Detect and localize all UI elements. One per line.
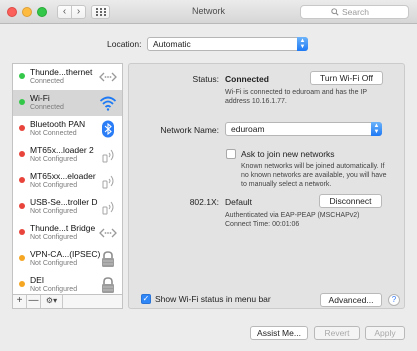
service-status: Not Configured [30, 286, 78, 293]
status-dot-green [19, 99, 25, 105]
turn-wifi-off-button[interactable]: Turn Wi-Fi Off [310, 71, 383, 85]
apply-button[interactable]: Apply [365, 326, 405, 340]
service-name: Thunde...t Bridge [30, 223, 96, 233]
lock-icon [102, 277, 114, 293]
service-item-thunderbolt-bridge[interactable]: Thunde...t Bridge Not Configured [13, 220, 122, 246]
status-dot-orange [19, 255, 25, 261]
search-placeholder: Search [342, 7, 369, 17]
assist-me-button[interactable]: Assist Me... [250, 326, 308, 340]
bluetooth-icon [102, 120, 114, 138]
service-name: DEI [30, 275, 45, 285]
service-item-vpn-ipsec[interactable]: VPN-CA...(IPSEC) Not Configured [13, 246, 122, 272]
service-name: MT65xx...eloader [30, 171, 96, 181]
service-name: MT65x...loader 2 [30, 145, 94, 155]
service-name: USB-Se...troller D [30, 197, 98, 207]
network-preferences-window: ‹ › Network Search Location: Automatic ▲… [0, 0, 417, 351]
help-button[interactable]: ? [388, 294, 400, 306]
search-icon [331, 8, 339, 16]
phone-signal-icon [102, 201, 114, 215]
network-name-popup[interactable]: eduroam ▲ ▼ [225, 122, 382, 136]
dot1x-connect-time: Connect Time: 00:01:06 [225, 221, 300, 228]
add-service-button[interactable]: + [13, 295, 27, 308]
dot1x-auth-method: Authenticated via EAP-PEAP (MSCHAPv2) [225, 212, 360, 219]
disconnect-button[interactable]: Disconnect [319, 194, 382, 208]
status-dot-red [19, 151, 25, 157]
title-bar: ‹ › Network Search [0, 0, 417, 24]
service-status: Not Configured [30, 234, 78, 241]
service-item-thunderbolt-ethernet[interactable]: Thunde...thernet Connected [13, 64, 122, 90]
status-description: Wi-Fi is connected to eduroam and has th… [225, 89, 367, 105]
service-status: Not Connected [30, 130, 77, 137]
service-list-toolbar: + — ⚙▾ [12, 295, 123, 309]
location-value: Automatic [153, 39, 191, 49]
ask-to-join-label: Ask to join new networks [241, 149, 335, 159]
search-field[interactable]: Search [300, 5, 409, 19]
status-label: Status: [192, 74, 219, 84]
status-value: Connected [225, 74, 269, 84]
network-name-value: eduroam [231, 124, 265, 134]
revert-button[interactable]: Revert [314, 326, 360, 340]
ask-to-join-checkbox[interactable] [226, 149, 236, 159]
service-name: Thunde...thernet [30, 67, 93, 77]
remove-service-button[interactable]: — [27, 295, 41, 308]
dot1x-value: Default [225, 197, 252, 207]
service-item-mt65xx-preloader[interactable]: MT65xx...eloader Not Configured [13, 168, 122, 194]
status-dot-red [19, 229, 25, 235]
service-item-wifi[interactable]: Wi-Fi Connected [13, 90, 122, 116]
service-item-mt65x-loader-2[interactable]: MT65x...loader 2 Not Configured [13, 142, 122, 168]
network-name-label: Network Name: [160, 125, 219, 135]
popup-arrows-icon: ▲ ▼ [297, 37, 308, 51]
status-dot-orange [19, 281, 25, 287]
location-label: Location: [107, 39, 142, 49]
status-dot-red [19, 203, 25, 209]
phone-signal-icon [102, 149, 114, 163]
status-dot-red [19, 177, 25, 183]
ask-to-join-description: Known networks will be joined automatica… [241, 163, 387, 188]
service-item-bluetooth-pan[interactable]: Bluetooth PAN Not Connected [13, 116, 122, 142]
service-name: Wi-Fi [30, 93, 50, 103]
service-action-menu-button[interactable]: ⚙▾ [41, 295, 63, 308]
phone-signal-icon [102, 175, 114, 189]
lock-icon [102, 251, 114, 267]
status-dot-red [19, 125, 25, 131]
advanced-button[interactable]: Advanced... [320, 293, 382, 307]
ethernet-arrows-icon [99, 72, 117, 82]
wifi-icon [99, 96, 117, 111]
service-status: Not Configured [30, 182, 78, 189]
service-list: Thunde...thernet Connected Wi-Fi Connect… [12, 63, 123, 295]
service-status: Connected [30, 104, 64, 111]
popup-arrows-icon: ▲ ▼ [371, 122, 382, 136]
show-wifi-status-checkbox[interactable]: ✓ [141, 294, 151, 304]
wifi-settings-panel: Status: Connected Turn Wi-Fi Off Wi-Fi i… [128, 63, 405, 309]
dot1x-label: 802.1X: [189, 197, 219, 207]
location-popup[interactable]: Automatic ▲ ▼ [147, 37, 308, 51]
service-item-usb-serial-controller[interactable]: USB-Se...troller D Not Configured [13, 194, 122, 220]
service-status: Not Configured [30, 156, 78, 163]
ethernet-arrows-icon [99, 228, 117, 238]
service-status: Connected [30, 78, 64, 85]
service-status: Not Configured [30, 208, 78, 215]
service-name: VPN-CA...(IPSEC) [30, 249, 101, 259]
service-name: Bluetooth PAN [30, 119, 86, 129]
service-item-dei[interactable]: DEI Not Configured [13, 272, 122, 295]
status-dot-green [19, 73, 25, 79]
show-wifi-status-label: Show Wi-Fi status in menu bar [155, 294, 271, 304]
service-status: Not Configured [30, 260, 78, 267]
